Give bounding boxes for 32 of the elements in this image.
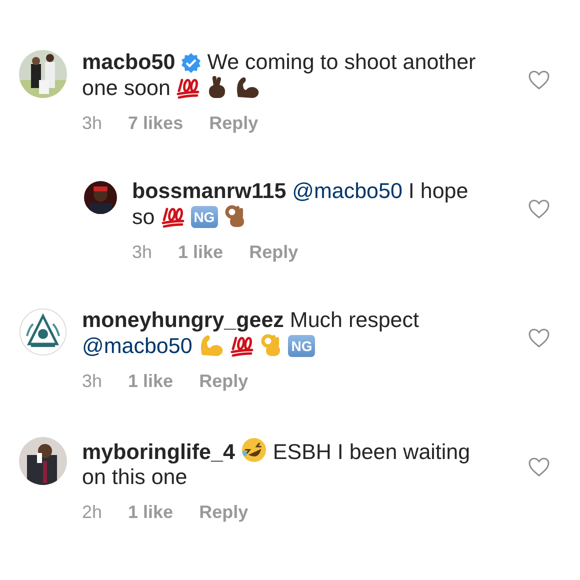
hundred-icon: [230, 335, 254, 357]
hundred-icon: [160, 206, 185, 228]
heart-icon[interactable]: [528, 457, 550, 477]
heart-icon[interactable]: [528, 328, 550, 348]
likes-link[interactable]: 1 like: [128, 500, 174, 525]
reply-link[interactable]: Reply: [209, 111, 258, 136]
comment-text: moneyhungry_geez Much respect @macbo50 NG: [82, 308, 420, 359]
hundred-icon: [176, 77, 200, 99]
comment-time: 2h: [82, 501, 102, 524]
comment-text: myboringlife_4 ESBH I been waiting on this one: [82, 437, 528, 490]
likes-link[interactable]: 7 likes: [128, 111, 184, 136]
comment-text: macbo50 We coming to shoot another one soon: [82, 50, 477, 101]
laughing-face-icon: [240, 437, 267, 463]
comment-text: bossmanrw115 @macbo50 I hope so NG: [132, 179, 470, 230]
mention-link[interactable]: @macbo50: [292, 179, 402, 203]
comment-time: 3h: [82, 112, 102, 135]
heart-icon[interactable]: [528, 70, 550, 90]
heart-icon[interactable]: [528, 199, 550, 219]
comment-time: 3h: [132, 241, 152, 264]
mention-link[interactable]: @macbo50: [82, 334, 192, 358]
ng-sign: NG: [190, 206, 218, 228]
username-link[interactable]: moneyhungry_geez: [82, 308, 284, 332]
username-link[interactable]: myboringlife_4: [82, 440, 235, 464]
reply-link[interactable]: Reply: [199, 500, 248, 525]
username-link[interactable]: bossmanrw115: [132, 179, 286, 203]
ng-sign: NG: [288, 335, 316, 357]
likes-link[interactable]: 1 like: [178, 240, 224, 265]
comment-time: 3h: [82, 370, 102, 393]
reply-link[interactable]: Reply: [199, 369, 248, 394]
likes-link[interactable]: 1 like: [128, 369, 174, 394]
reply-link[interactable]: Reply: [249, 240, 298, 265]
username-link[interactable]: macbo50: [82, 50, 176, 74]
